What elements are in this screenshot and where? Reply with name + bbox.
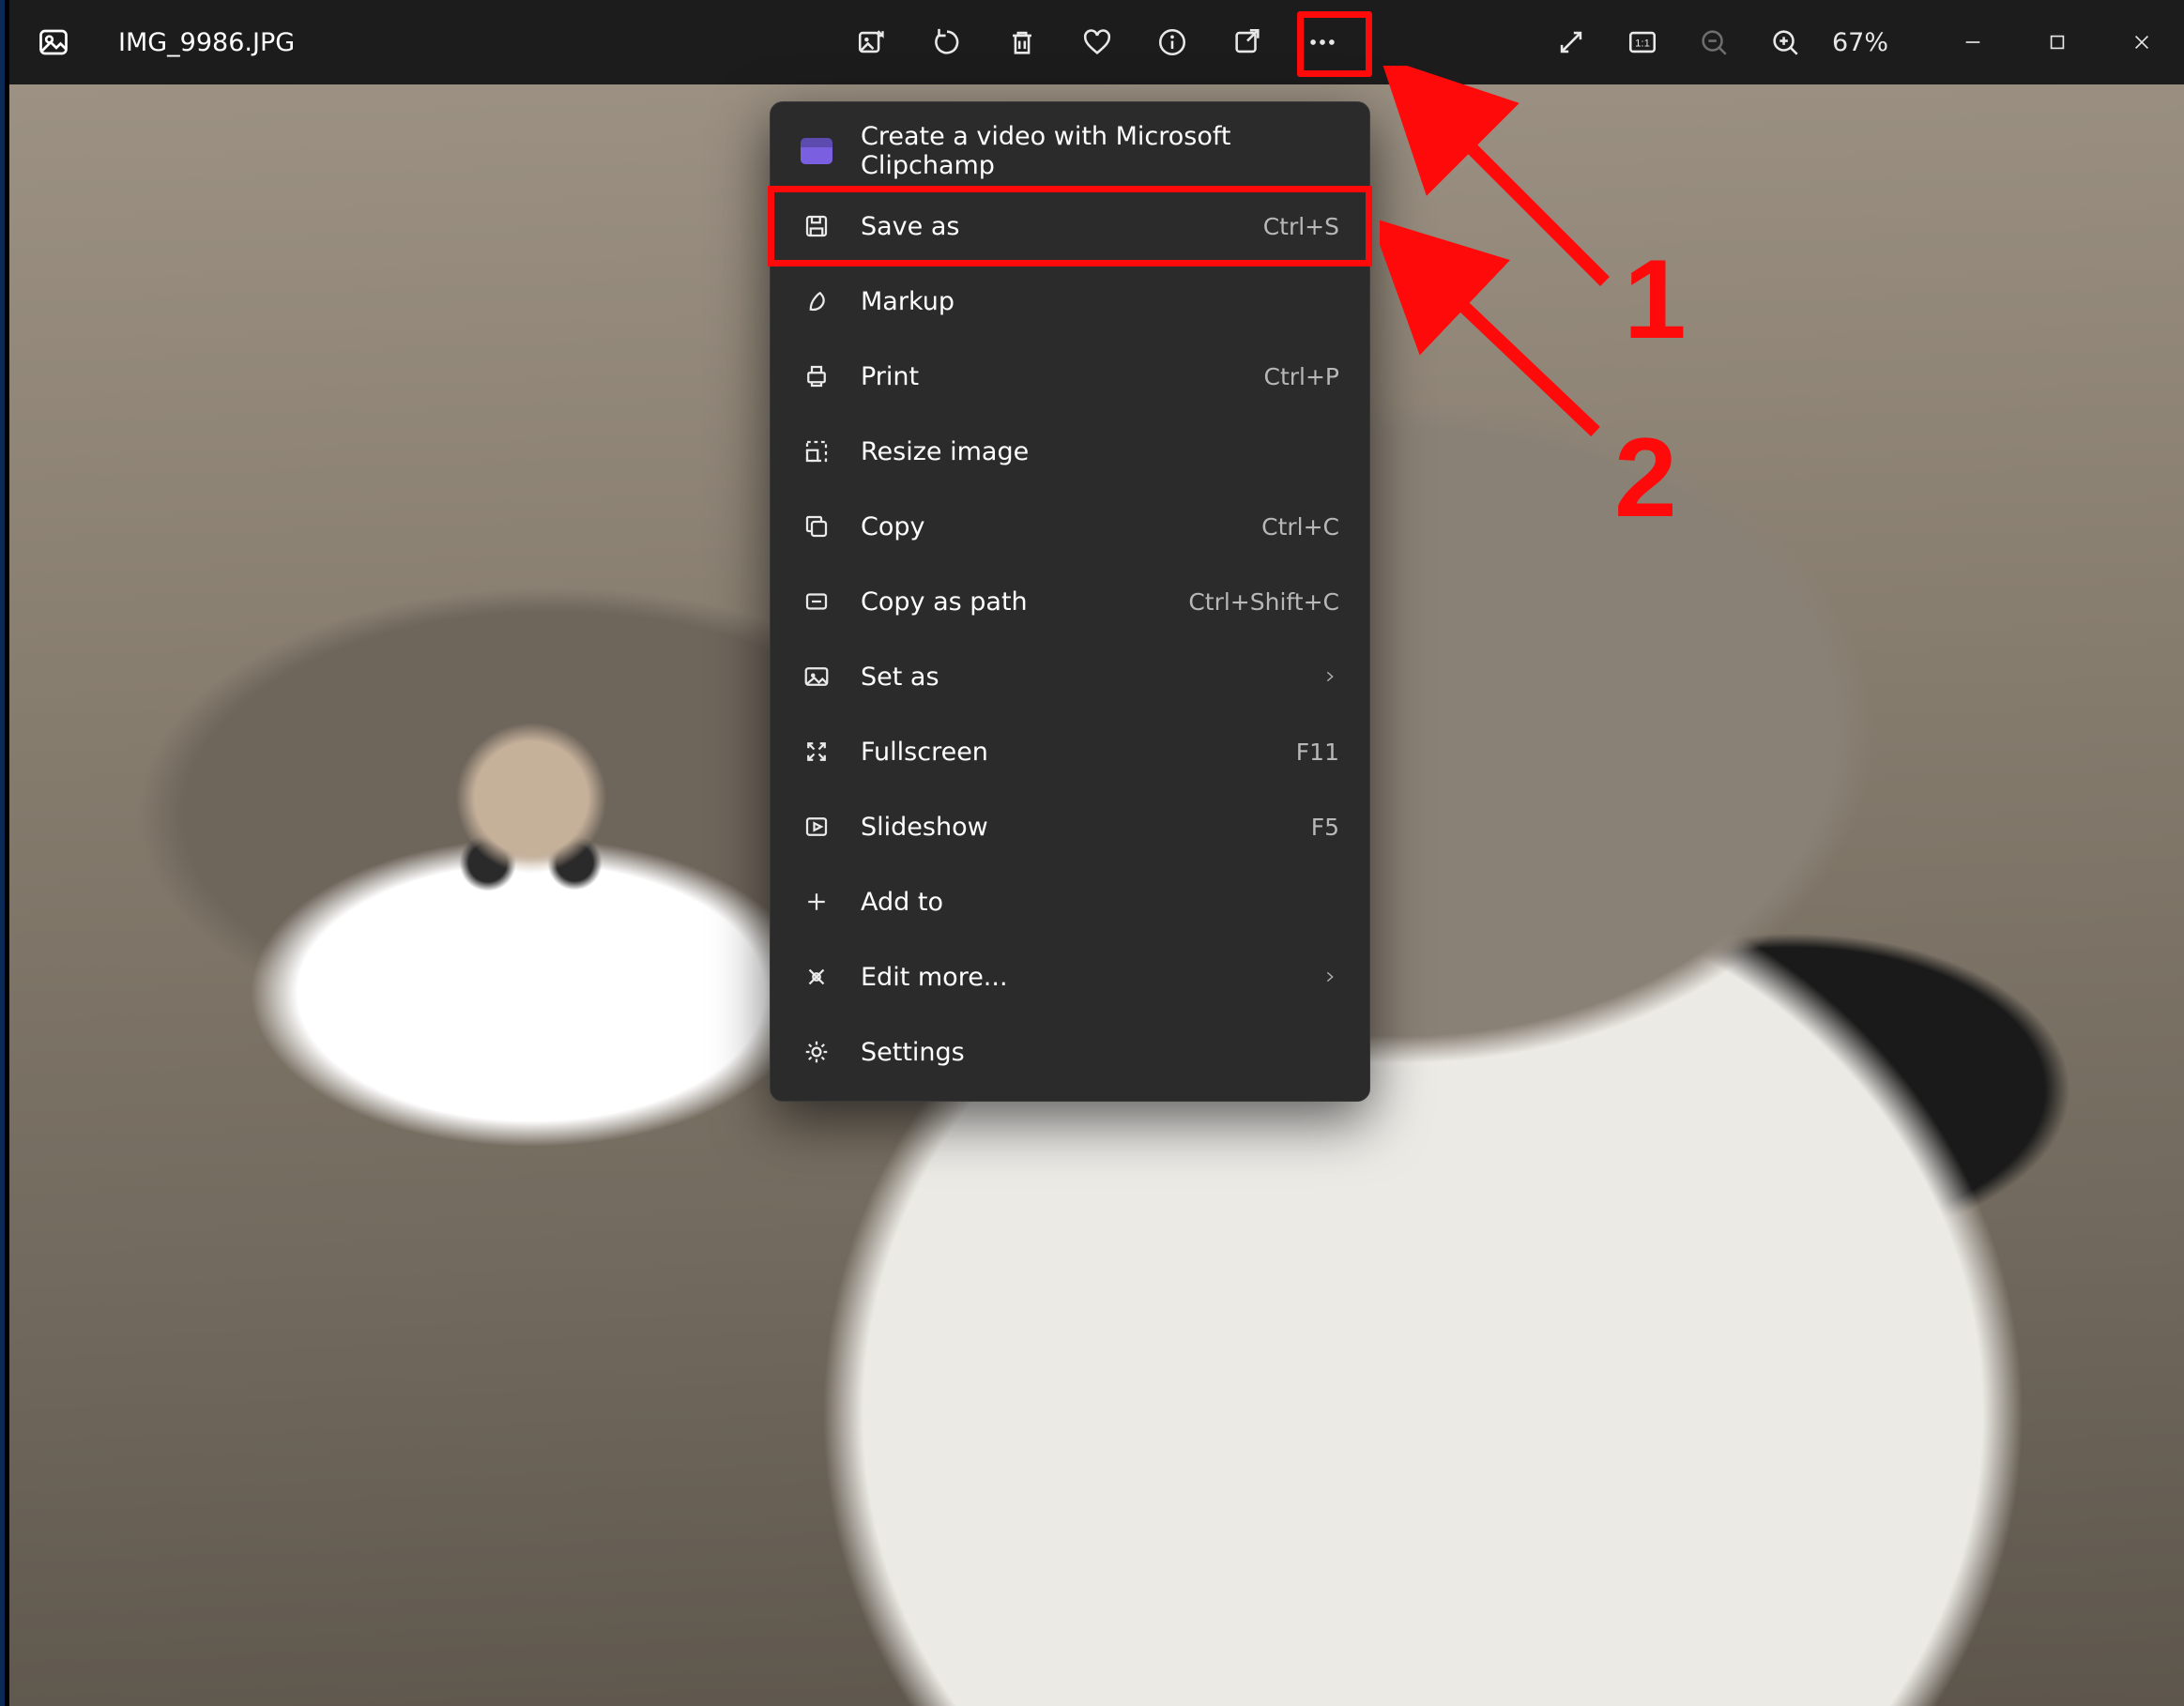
menu-item-editmore[interactable]: Edit more...	[771, 939, 1369, 1014]
zoom-in-button[interactable]	[1756, 13, 1814, 71]
right-controls: 67%	[1542, 0, 2184, 84]
close-window-button[interactable]	[2100, 0, 2184, 84]
resize-icon	[801, 435, 832, 467]
menu-item-save[interactable]: Save asCtrl+S	[771, 189, 1369, 264]
menu-item-markup[interactable]: Markup	[771, 264, 1369, 339]
zoom-percent[interactable]: 67%	[1827, 28, 1893, 57]
fullscreen-icon	[801, 736, 832, 768]
info-button[interactable]	[1143, 13, 1201, 71]
zoom-controls: 67%	[1542, 13, 1893, 71]
favorite-button[interactable]	[1068, 13, 1126, 71]
more-button[interactable]	[1293, 13, 1352, 71]
titlebar: IMG_9986.JPG 67%	[9, 0, 2184, 84]
menu-item-label: Fullscreen	[861, 738, 1296, 767]
menu-item-print[interactable]: PrintCtrl+P	[771, 339, 1369, 414]
maximize-button[interactable]	[2015, 0, 2100, 84]
slideshow-icon	[801, 811, 832, 843]
menu-item-fullscreen[interactable]: FullscreenF11	[771, 714, 1369, 789]
menu-item-settings[interactable]: Settings	[771, 1014, 1369, 1089]
share-button[interactable]	[1218, 13, 1276, 71]
menu-item-resize[interactable]: Resize image	[771, 414, 1369, 489]
menu-item-label: Copy as path	[861, 587, 1188, 617]
menu-item-label: Create a video with Microsoft Clipchamp	[861, 122, 1339, 180]
menu-item-copy[interactable]: CopyCtrl+C	[771, 489, 1369, 564]
copy-icon	[801, 510, 832, 542]
toolbar	[843, 0, 1352, 84]
add-icon	[801, 886, 832, 918]
photos-app-window: IMG_9986.JPG 67%	[9, 0, 2184, 1706]
menu-item-shortcut: F11	[1296, 739, 1339, 766]
menu-item-label: Markup	[861, 287, 1339, 316]
menu-item-shortcut: Ctrl+S	[1263, 213, 1339, 240]
clipchamp-icon	[801, 138, 832, 164]
filename: IMG_9986.JPG	[118, 28, 295, 57]
menu-item-label: Resize image	[861, 437, 1339, 466]
context-menu: Create a video with Microsoft Clipchamp S…	[770, 101, 1370, 1102]
actual-size-button[interactable]	[1613, 13, 1672, 71]
menu-item-label: Set as	[861, 663, 1321, 692]
menu-item-setas[interactable]: Set as	[771, 639, 1369, 714]
menu-item-label: Slideshow	[861, 813, 1311, 842]
minimize-button[interactable]	[1931, 0, 2015, 84]
menu-item-label: Save as	[861, 212, 1263, 241]
menu-item-label: Copy	[861, 512, 1261, 541]
menu-item-shortcut: Ctrl+Shift+C	[1188, 588, 1339, 616]
window-controls	[1931, 0, 2184, 84]
chevron-right-icon	[1321, 967, 1339, 986]
menu-item-shortcut: F5	[1311, 814, 1339, 841]
setas-icon	[801, 661, 832, 693]
menu-item-label: Add to	[861, 888, 1339, 917]
markup-icon	[801, 285, 832, 317]
edit-image-button[interactable]	[843, 13, 901, 71]
print-icon	[801, 360, 832, 392]
menu-item-clipchamp[interactable]: Create a video with Microsoft Clipchamp	[771, 114, 1369, 189]
settings-icon	[801, 1036, 832, 1068]
menu-item-label: Edit more...	[861, 963, 1321, 992]
menu-item-slideshow[interactable]: SlideshowF5	[771, 789, 1369, 864]
menu-item-add[interactable]: Add to	[771, 864, 1369, 939]
editmore-icon	[801, 961, 832, 993]
menu-item-shortcut: Ctrl+P	[1263, 363, 1339, 390]
zoom-out-button[interactable]	[1685, 13, 1743, 71]
menu-item-shortcut: Ctrl+C	[1261, 513, 1339, 541]
photos-app-icon	[36, 24, 71, 60]
chevron-right-icon	[1321, 667, 1339, 686]
rotate-button[interactable]	[918, 13, 976, 71]
fullscreen-view-button[interactable]	[1542, 13, 1600, 71]
copypath-icon	[801, 586, 832, 617]
save-icon	[801, 210, 832, 242]
menu-item-label: Print	[861, 362, 1263, 391]
menu-item-copypath[interactable]: Copy as pathCtrl+Shift+C	[771, 564, 1369, 639]
delete-button[interactable]	[993, 13, 1051, 71]
menu-item-label: Settings	[861, 1038, 1339, 1067]
